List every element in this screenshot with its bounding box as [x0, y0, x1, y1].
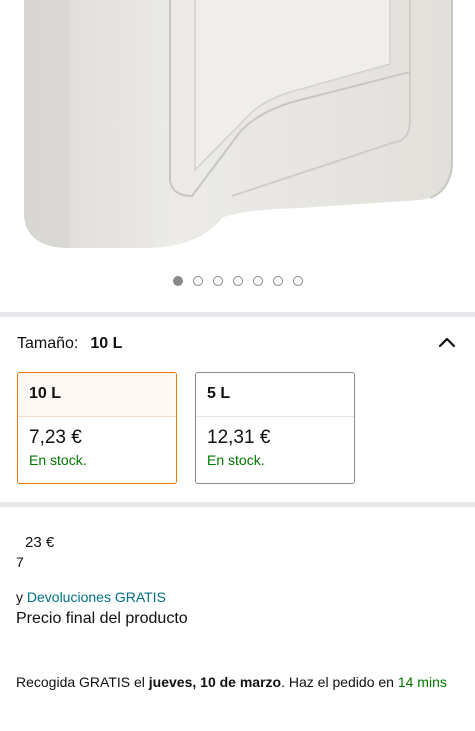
- size-option-price: 12,31 €: [207, 427, 271, 448]
- size-option-price: 7,23 €: [29, 427, 82, 448]
- final-price-note: Precio final del producto: [16, 610, 188, 627]
- size-label: Tamaño:: [17, 335, 79, 352]
- price-display: 23 € 7: [16, 534, 116, 574]
- carousel-dot[interactable]: [252, 276, 263, 286]
- size-selector-header[interactable]: Tamaño: 10 L: [17, 332, 457, 356]
- section-divider: [0, 502, 475, 507]
- order-countdown: 14 mins: [397, 674, 447, 690]
- chevron-up-icon[interactable]: [437, 333, 457, 353]
- returns-prefix: y: [16, 589, 23, 605]
- size-option-stock: En stock.: [207, 452, 265, 468]
- size-selected-value: 10 L: [90, 335, 123, 352]
- jerrycan-image: [24, 0, 453, 248]
- returns-info: y Devoluciones GRATIS: [16, 589, 166, 605]
- delivery-middle: . Haz el pedido en: [281, 674, 394, 690]
- section-divider: [0, 312, 475, 317]
- size-option-5l[interactable]: 5 L 12,31 € En stock.: [195, 372, 355, 484]
- price-whole: 7: [16, 554, 24, 570]
- carousel-dot[interactable]: [192, 276, 203, 286]
- delivery-info: Recogida GRATIS el jueves, 10 de marzo. …: [16, 671, 456, 693]
- price-fraction: 23 €: [25, 534, 55, 551]
- size-option-10l[interactable]: 10 L 7,23 € En stock.: [17, 372, 177, 484]
- size-option-stock: En stock.: [29, 452, 87, 468]
- delivery-prefix: Recogida GRATIS el: [16, 674, 145, 690]
- size-option-name: 5 L: [196, 373, 354, 417]
- carousel-dot[interactable]: [272, 276, 283, 286]
- size-option-name: 10 L: [18, 373, 176, 417]
- delivery-date: jueves, 10 de marzo: [148, 674, 282, 690]
- product-image[interactable]: [0, 0, 475, 270]
- free-returns-link[interactable]: Devoluciones GRATIS: [27, 589, 166, 605]
- carousel-indicator[interactable]: [0, 276, 475, 286]
- carousel-dot[interactable]: [172, 276, 183, 286]
- carousel-dot[interactable]: [232, 276, 243, 286]
- carousel-dot[interactable]: [212, 276, 223, 286]
- carousel-dot[interactable]: [292, 276, 303, 286]
